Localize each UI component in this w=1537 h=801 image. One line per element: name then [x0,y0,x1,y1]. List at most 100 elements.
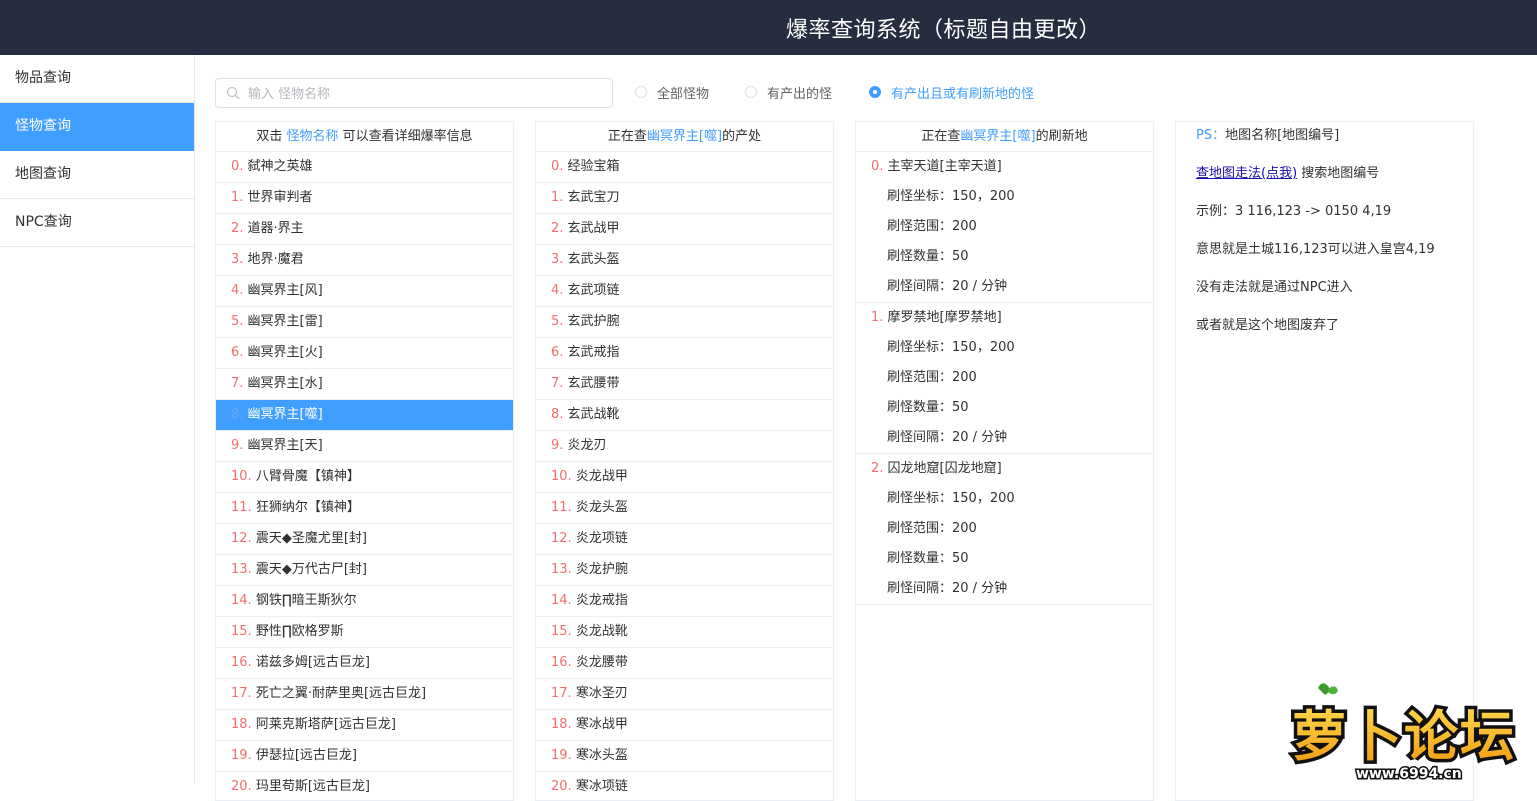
monster-name: 幽冥界主[火] [247,345,323,360]
spawn-location[interactable]: 1. 摩罗禁地[摩罗禁地] 刷怪坐标：150，200 刷怪范围：200 刷怪数量：50… [856,303,1153,454]
meaning-line: 意思就是土城116,123可以进入皇宫4,19 [1196,242,1435,257]
spawn-location-title: 0. 主宰天道[主宰天道] [856,152,1153,182]
monster-panel-header: 双击 怪物名称 可以查看详细爆率信息 [216,122,513,152]
row-index: 2. [231,221,244,236]
monster-row[interactable]: 4. 幽冥界主[风] [216,276,513,307]
monster-name: 幽冥界主[风] [247,283,323,298]
monster-name: 地界·魔君 [247,252,304,267]
drop-row[interactable]: 8. 玄武战靴 [536,400,833,431]
monster-row[interactable]: 3. 地界·魔君 [216,245,513,276]
drop-row[interactable]: 4. 玄武项链 [536,276,833,307]
drop-row[interactable]: 13. 炎龙护腕 [536,555,833,586]
sidebar-item-item-query[interactable]: 物品查询 [0,55,194,103]
row-index: 15. [551,624,572,639]
map-route-suffix: 搜索地图编号 [1297,166,1380,181]
search-input[interactable] [246,82,610,106]
row-index: 17. [231,686,252,701]
top-header: 爆率查询系统（标题自由更改） [0,0,1537,55]
drop-row[interactable]: 18. 寒冰战甲 [536,710,833,741]
monster-row[interactable]: 14. 钢铁∏暗王斯狄尔 [216,586,513,617]
monster-row[interactable]: 16. 诺兹多姆[远古巨龙] [216,648,513,679]
header-target: 幽冥界主[噬] [960,129,1036,144]
spawn-location[interactable]: 0. 主宰天道[主宰天道] 刷怪坐标：150，200 刷怪范围：200 刷怪数量：50… [856,152,1153,303]
filter-all-monsters[interactable]: 全部怪物 [635,82,709,102]
drop-item-name: 经验宝箱 [567,159,620,174]
spawn-count: 刷怪数量：50 [887,551,969,566]
monster-row[interactable]: 8. 幽冥界主[噬] [216,400,513,431]
drop-row[interactable]: 10. 炎龙战甲 [536,462,833,493]
drop-row[interactable]: 7. 玄武腰带 [536,369,833,400]
monster-row[interactable]: 13. 震天◆万代古尸[封] [216,555,513,586]
filter-label: 全部怪物 [657,86,710,102]
drop-item-name: 玄武战甲 [567,221,620,236]
drop-row[interactable]: 0. 经验宝箱 [536,152,833,183]
spawn-range: 刷怪范围：200 [887,219,977,234]
drop-row[interactable]: 20. 寒冰项链 [536,772,833,800]
monster-name: 阿莱克斯塔萨[远古巨龙] [255,717,396,732]
monster-row[interactable]: 5. 幽冥界主[雷] [216,307,513,338]
drop-row[interactable]: 5. 玄武护腕 [536,307,833,338]
drop-row[interactable]: 6. 玄武戒指 [536,338,833,369]
monster-name: 震天◆圣魔尤里[封] [255,531,367,546]
monster-row[interactable]: 15. 野性∏欧格罗斯 [216,617,513,648]
monster-row[interactable]: 0. 弑神之英雄 [216,152,513,183]
drop-item-name: 炎龙护腕 [575,562,628,577]
spawn-coords: 刷怪坐标：150，200 [887,491,1015,506]
spawn-range: 刷怪范围：200 [887,370,977,385]
drop-row[interactable]: 11. 炎龙头盔 [536,493,833,524]
monster-row[interactable]: 17. 死亡之翼·耐萨里奥[远古巨龙] [216,679,513,710]
row-index: 16. [551,655,572,670]
monster-row[interactable]: 9. 幽冥界主[天] [216,431,513,462]
row-index: 3. [231,252,244,267]
drop-row[interactable]: 16. 炎龙腰带 [536,648,833,679]
map-route-link[interactable]: 查地图走法(点我) [1196,166,1297,181]
monster-row[interactable]: 1. 世界审判者 [216,183,513,214]
drop-item-name: 玄武腰带 [567,376,620,391]
sidebar-item-npc-query[interactable]: NPC查询 [0,199,194,247]
no-route-line: 没有走法就是通过NPC进入 [1196,280,1353,295]
drop-row[interactable]: 17. 寒冰圣刃 [536,679,833,710]
drop-row[interactable]: 15. 炎龙战靴 [536,617,833,648]
spawn-coords: 刷怪坐标：150，200 [887,340,1015,355]
row-index: 5. [231,314,244,329]
drop-row[interactable]: 9. 炎龙刃 [536,431,833,462]
monster-row[interactable]: 10. 八臂骨魔【镇神】 [216,462,513,493]
row-index: 19. [231,748,252,763]
header-target: 幽冥界主[噬] [646,129,723,144]
spawn-location-title: 2. 囚龙地窟[囚龙地窟] [856,454,1153,484]
spawn-panel-header: 正在查幽冥界主[噬]的刷新地 [856,122,1153,152]
drop-row[interactable]: 19. 寒冰头盔 [536,741,833,772]
spawn-location-name: 摩罗禁地[摩罗禁地] [887,310,1002,325]
ps-label: PS： [1196,128,1226,143]
monster-row[interactable]: 2. 道器·界主 [216,214,513,245]
sidebar-item-map-query[interactable]: 地图查询 [0,151,194,199]
drop-item-name: 玄武戒指 [567,345,620,360]
monster-row[interactable]: 18. 阿莱克斯塔萨[远古巨龙] [216,710,513,741]
row-index: 1. [551,190,564,205]
monster-row[interactable]: 11. 狂狮纳尔【镇神】 [216,493,513,524]
ps-text: 地图名称[地图编号] [1225,128,1340,143]
drop-row[interactable]: 3. 玄武头盔 [536,245,833,276]
row-index: 8. [551,407,564,422]
row-index: 14. [231,593,252,608]
filter-with-drops[interactable]: 有产出的怪 [745,82,832,102]
drop-row[interactable]: 12. 炎龙项链 [536,524,833,555]
page-title: 爆率查询系统（标题自由更改） [786,18,1102,43]
monster-name: 幽冥界主[天] [247,438,323,453]
filter-with-drops-or-spawns[interactable]: 有产出且或有刷新地的怪 [869,82,1034,102]
monster-row[interactable]: 19. 伊瑟拉[远古巨龙] [216,741,513,772]
spawn-location[interactable]: 2. 囚龙地窟[囚龙地窟] 刷怪坐标：150，200 刷怪范围：200 刷怪数量：50… [856,454,1153,605]
monster-row[interactable]: 7. 幽冥界主[水] [216,369,513,400]
monster-row[interactable]: 20. 玛里苟斯[远古巨龙] [216,772,513,800]
drop-row[interactable]: 2. 玄武战甲 [536,214,833,245]
drop-row[interactable]: 1. 玄武宝刀 [536,183,833,214]
monster-name: 道器·界主 [247,221,304,236]
watermark-title: 萝卜论坛 [1292,705,1516,768]
drop-row[interactable]: 14. 炎龙戒指 [536,586,833,617]
monster-name: 弑神之英雄 [247,159,313,174]
monster-row[interactable]: 12. 震天◆圣魔尤里[封] [216,524,513,555]
sidebar-item-monster-query[interactable]: 怪物查询 [0,103,194,151]
filter-label: 有产出且或有刷新地的怪 [891,86,1035,102]
header-suffix: 的刷新地 [1035,129,1088,144]
monster-row[interactable]: 6. 幽冥界主[火] [216,338,513,369]
